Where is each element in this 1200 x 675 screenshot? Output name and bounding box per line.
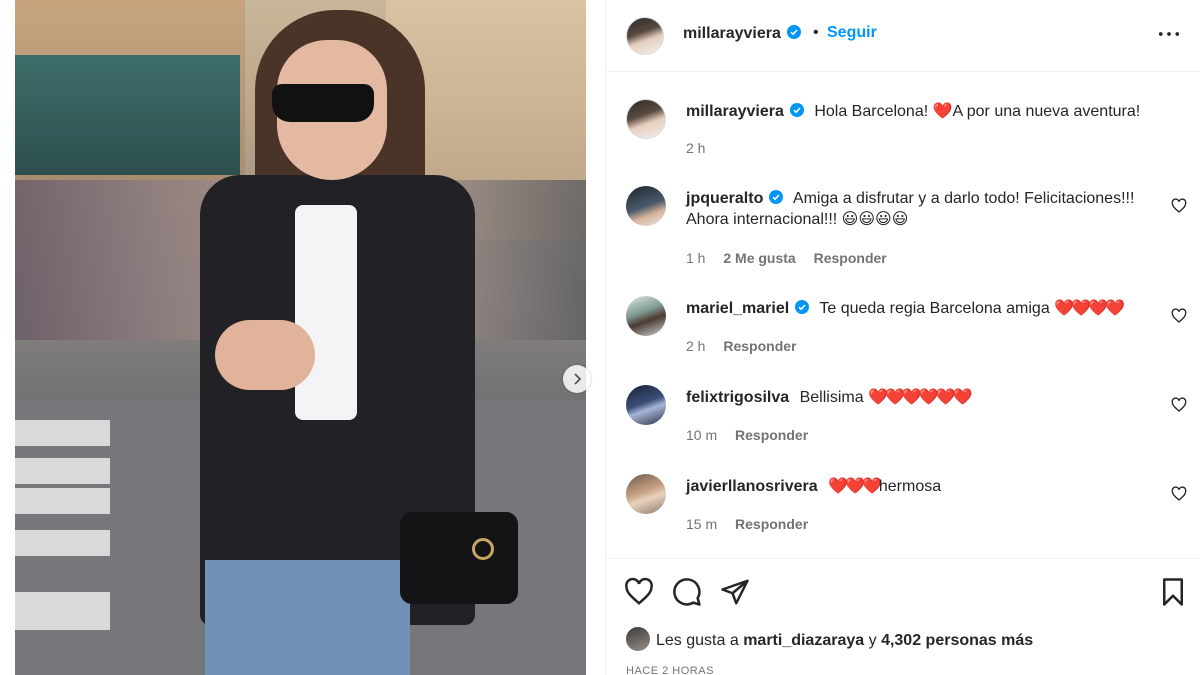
verified-badge-icon — [789, 103, 804, 117]
comment-meta: 2 h Responder — [686, 338, 810, 354]
commenter-avatar[interactable] — [626, 186, 666, 226]
photo-subject-hands — [215, 320, 315, 390]
heart-icon[interactable] — [1171, 397, 1187, 413]
post-photo — [15, 0, 586, 675]
comment-meta: 10 m Responder — [686, 427, 822, 443]
heart-icon[interactable] — [1171, 198, 1187, 214]
comment-time[interactable]: 1 h — [686, 250, 705, 266]
crosswalk-stripe — [15, 420, 110, 446]
commenter-avatar[interactable] — [626, 385, 666, 425]
likes-count[interactable]: 4,302 personas más — [881, 632, 1033, 649]
bag-logo — [472, 538, 494, 560]
commenter-username[interactable]: felixtrigosilva — [686, 389, 789, 406]
caption-username-text: millarayviera — [686, 103, 784, 120]
heart-icon[interactable] — [1171, 486, 1187, 502]
comment-time[interactable]: 10 m — [686, 427, 717, 443]
crosswalk-stripe — [15, 592, 110, 630]
verified-badge-icon — [769, 190, 784, 204]
verified-badge-icon — [786, 25, 801, 39]
photo-subject-jeans — [205, 560, 410, 675]
more-options-button[interactable] — [1157, 22, 1181, 46]
crosswalk-stripe — [15, 488, 110, 514]
reply-button[interactable]: Responder — [735, 427, 808, 443]
comment-text: felixtrigosilva Bellisima ❤️❤️❤️❤️❤️❤️ — [686, 387, 1166, 408]
likes-prefix: Les gusta a — [656, 632, 739, 649]
crosswalk-stripe — [15, 458, 110, 484]
caption-time[interactable]: 2 h — [686, 140, 705, 156]
heart-icon[interactable] — [624, 577, 654, 607]
comment-text: javierllanosrivera ❤️❤️❤️hermosa — [686, 476, 1166, 497]
comment-icon[interactable] — [672, 577, 702, 607]
comment-likes[interactable]: 2 Me gusta — [723, 250, 795, 266]
next-photo-button[interactable] — [563, 365, 591, 393]
commenter-username-text: mariel_mariel — [686, 300, 790, 317]
photo-kiosk — [15, 55, 240, 175]
author-avatar[interactable] — [626, 17, 664, 55]
author-username-text: millarayviera — [683, 25, 781, 42]
reply-button[interactable]: Responder — [723, 338, 796, 354]
comment-hearts: ❤️❤️❤️❤️❤️❤️ — [868, 389, 973, 406]
author-avatar[interactable] — [626, 99, 666, 139]
likes-connector: y — [868, 632, 877, 649]
commenter-username[interactable]: mariel_mariel — [686, 300, 810, 317]
crosswalk-stripe — [15, 530, 110, 556]
liker-avatar[interactable] — [626, 627, 650, 651]
comment-hearts: ❤️❤️❤️ — [828, 478, 882, 495]
photo-subject-sunglasses — [272, 84, 374, 122]
comment-body: Te queda regia Barcelona amiga — [819, 300, 1050, 317]
comment-body: hermosa — [878, 478, 942, 495]
verified-badge-icon — [795, 300, 810, 314]
commenter-username-text: jpqueralto — [686, 190, 764, 207]
comment-time[interactable]: 15 m — [686, 516, 717, 532]
likes-summary: Les gusta a marti_diazaraya y 4,302 pers… — [626, 627, 1033, 651]
photo-subject-bag — [400, 512, 518, 604]
post-panel: millarayviera • Seguir millarayviera Hol… — [605, 0, 1200, 675]
action-bar: Les gusta a marti_diazaraya y 4,302 pers… — [606, 558, 1200, 675]
comment-text: jpqueralto Amiga a disfrutar y a darlo t… — [686, 188, 1166, 230]
caption-body: Hola Barcelona! ❤️A por una nueva aventu… — [814, 103, 1141, 120]
commenter-username[interactable]: jpqueralto — [686, 190, 784, 207]
caption-meta: 2 h — [686, 140, 719, 156]
comment-meta: 1 h 2 Me gusta Responder — [686, 250, 901, 266]
comment-hearts: ❤️❤️❤️❤️ — [1054, 300, 1125, 317]
send-icon[interactable] — [720, 577, 750, 607]
reply-button[interactable]: Responder — [735, 516, 808, 532]
caption-text: millarayviera Hola Barcelona! ❤️A por un… — [686, 101, 1166, 122]
post-timestamp[interactable]: HACE 2 HORAS — [626, 665, 714, 675]
comment-text: mariel_mariel Te queda regia Barcelona a… — [686, 298, 1166, 319]
comment-meta: 15 m Responder — [686, 516, 822, 532]
author-username[interactable]: millarayviera — [683, 25, 801, 43]
commenter-username[interactable]: javierllanosrivera — [686, 478, 818, 495]
post-header: millarayviera • Seguir — [606, 0, 1200, 72]
chevron-right-icon — [574, 373, 582, 385]
reply-button[interactable]: Responder — [814, 250, 887, 266]
photo-subject-shirt — [295, 205, 357, 420]
caption-username[interactable]: millarayviera — [686, 103, 804, 120]
comment-time[interactable]: 2 h — [686, 338, 705, 354]
commenter-avatar[interactable] — [626, 296, 666, 336]
commenter-avatar[interactable] — [626, 474, 666, 514]
bookmark-icon[interactable] — [1158, 577, 1188, 607]
comment-body: Bellisima — [799, 389, 864, 406]
heart-icon[interactable] — [1171, 308, 1187, 324]
separator-dot: • — [813, 24, 819, 41]
liker-username[interactable]: marti_diazaraya — [743, 632, 864, 649]
more-options-icon — [1158, 32, 1180, 36]
follow-button[interactable]: Seguir — [827, 24, 877, 42]
